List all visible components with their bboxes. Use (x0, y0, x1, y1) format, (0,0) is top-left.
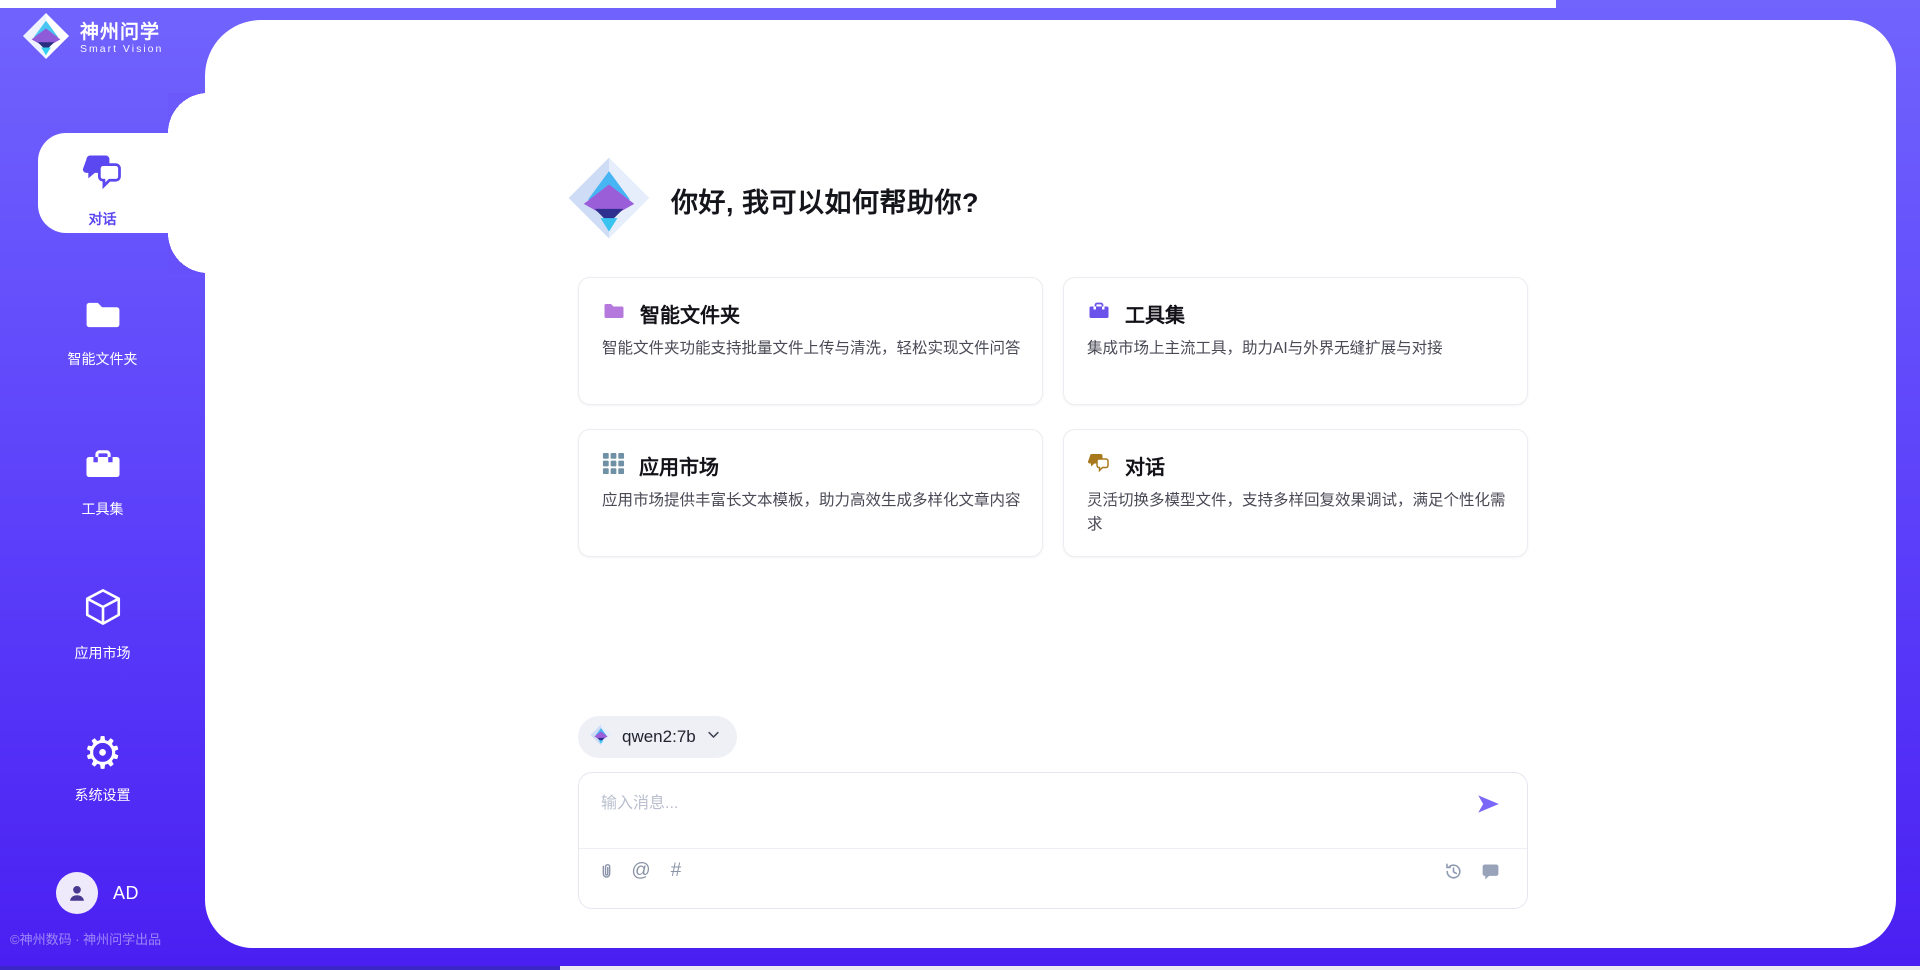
card-head: 应用市场 (602, 451, 1019, 480)
folder-icon (82, 296, 124, 339)
brand-logo[interactable]: 神州问学 Smart Vision (22, 12, 163, 65)
user-initials: AD (113, 883, 139, 904)
composer-tools-left: @ # (595, 859, 687, 883)
copyright-footer: ©神州数码 · 神州问学出品 (10, 929, 161, 948)
chevron-down-icon (706, 727, 721, 747)
horizontal-scrollbar-thumb[interactable] (0, 966, 560, 970)
sidebar-item-label: 工具集 (82, 499, 124, 519)
card-title: 工具集 (1125, 299, 1185, 328)
card-app-market[interactable]: 应用市场 应用市场提供丰富长文本模板，助力高效生成多样化文章内容 (578, 429, 1043, 557)
sidebar-item-chat[interactable]: 对话 (0, 150, 205, 229)
composer-tools-right (1442, 859, 1501, 883)
card-smart-folder[interactable]: 智能文件夹 智能文件夹功能支持批量文件上传与清洗，轻松实现文件问答 (578, 277, 1043, 405)
history-icon[interactable] (1442, 859, 1464, 883)
grid-icon (602, 452, 625, 480)
user-profile[interactable]: AD (56, 872, 139, 914)
mention-button[interactable]: @ (630, 859, 652, 883)
sidebar-item-label: 对话 (89, 209, 117, 229)
cube-icon (82, 586, 124, 633)
card-head: 对话 (1087, 451, 1504, 480)
model-name: qwen2:7b (622, 727, 696, 747)
card-description: 智能文件夹功能支持批量文件上传与清洗，轻松实现文件问答 (602, 337, 1024, 361)
card-title: 对话 (1125, 451, 1165, 480)
sidebar-item-label: 应用市场 (75, 643, 131, 663)
window-top-edge (0, 0, 1556, 8)
card-description: 灵活切换多模型文件，支持多样回复效果调试，满足个性化需求 (1087, 489, 1509, 537)
sidebar-item-toolset[interactable]: 工具集 (0, 444, 205, 519)
model-selector[interactable]: qwen2:7b (578, 716, 737, 758)
card-toolset[interactable]: 工具集 集成市场上主流工具，助力AI与外界无缝扩展与对接 (1063, 277, 1528, 405)
app-root: 你好, 我可以如何帮助你? 智能文件夹 智能文件夹功能支持批量文件上传与清洗，轻… (0, 0, 1920, 970)
greeting-row: 你好, 我可以如何帮助你? (567, 156, 979, 245)
toolbox-icon (82, 444, 124, 489)
greeting-title: 你好, 我可以如何帮助你? (671, 181, 979, 220)
sidebar-item-label: 系统设置 (75, 785, 131, 805)
card-head: 智能文件夹 (602, 299, 1019, 328)
sidebar-item-smart-folder[interactable]: 智能文件夹 (0, 296, 205, 369)
message-input[interactable] (599, 787, 1463, 841)
brand-name: 神州问学 (80, 22, 163, 44)
card-description: 集成市场上主流工具，助力AI与外界无缝扩展与对接 (1087, 337, 1509, 361)
chat-icon (1087, 451, 1111, 480)
toolbox-icon (1087, 299, 1111, 328)
sidebar-item-app-market[interactable]: 应用市场 (0, 586, 205, 663)
main-content: 你好, 我可以如何帮助你? 智能文件夹 智能文件夹功能支持批量文件上传与清洗，轻… (205, 20, 1896, 948)
conversation-list-icon[interactable] (1479, 859, 1501, 883)
card-chat[interactable]: 对话 灵活切换多模型文件，支持多样回复效果调试，满足个性化需求 (1063, 429, 1528, 557)
message-composer: @ # (578, 772, 1528, 909)
card-description: 应用市场提供丰富长文本模板，助力高效生成多样化文章内容 (602, 489, 1024, 513)
topic-button[interactable]: # (665, 859, 687, 883)
brand-diamond-logo-large (567, 156, 651, 245)
card-title: 应用市场 (639, 451, 719, 480)
folder-icon (602, 299, 626, 328)
send-button[interactable] (1475, 791, 1501, 817)
composer-divider (579, 848, 1527, 849)
nav-fillet-top (168, 93, 208, 133)
feature-cards: 智能文件夹 智能文件夹功能支持批量文件上传与清洗，轻松实现文件问答 工具集 (578, 277, 1528, 557)
nav-fillet-bottom (168, 233, 208, 273)
brand-subtitle: Smart Vision (80, 43, 163, 55)
sidebar-item-label: 智能文件夹 (68, 349, 138, 369)
sidebar-item-settings[interactable]: ⚙ 系统设置 (0, 733, 205, 805)
card-head: 工具集 (1087, 299, 1504, 328)
card-title: 智能文件夹 (640, 299, 740, 328)
brand-diamond-icon (22, 12, 70, 65)
gear-icon: ⚙ (83, 733, 122, 775)
chat-icon (81, 150, 125, 199)
attachment-button[interactable] (595, 859, 617, 883)
brand-diamond-logo-small (590, 724, 612, 751)
avatar (56, 872, 98, 914)
